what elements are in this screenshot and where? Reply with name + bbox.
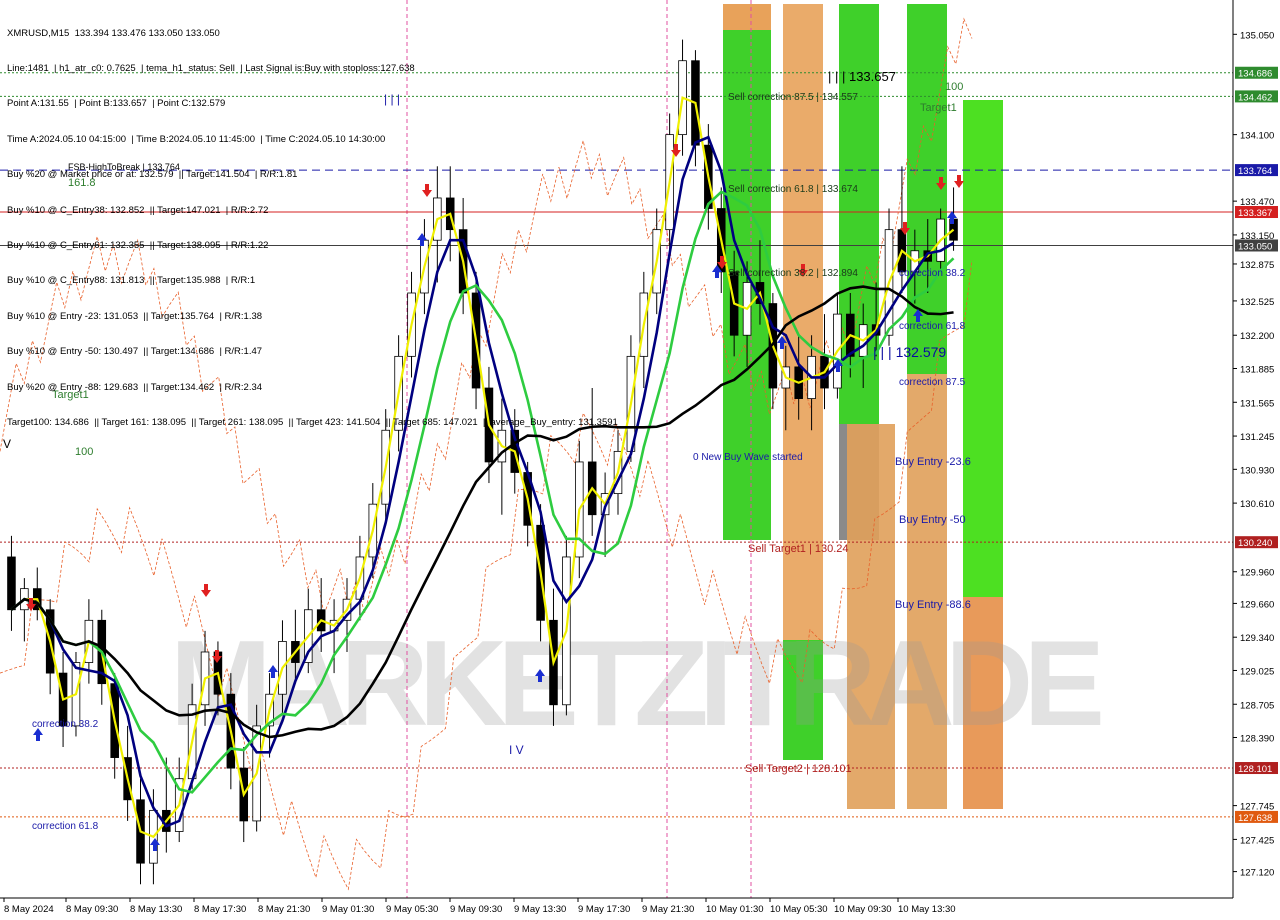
price-level-tag-label: 128.101 [1238,764,1272,775]
info-line: Target100: 134.686 || Target 161: 138.09… [7,416,618,428]
zone-box [723,4,771,30]
info-line: Point A:131.55 | Point B:133.657 | Point… [7,98,226,110]
price-tick-label: 129.660 [1240,599,1274,610]
info-line: Line:1481 | h1_atr_c0: 0.7625 | tema_h1_… [7,62,415,74]
time-tick-label: 9 May 21:30 [642,904,694,915]
price-tick-label: 129.025 [1240,666,1274,677]
price-level-tag-label: 130.240 [1238,538,1272,549]
price-level-tag-label: 133.764 [1238,166,1272,177]
info-line: Buy %10 @ C_Entry88: 131.813 || Target:1… [7,275,256,287]
time-tick-label: 9 May 17:30 [578,904,630,915]
price-tick-label: 132.875 [1240,260,1274,271]
price-tick-label: 128.390 [1240,734,1274,745]
info-line: Buy %20 @ Market price or at: 132.579 ||… [7,169,298,181]
info-line: Buy %10 @ C_Entry61: 132.355 || Target:1… [7,239,269,251]
info-line: Time A:2024.05.10 04:15:00 | Time B:2024… [7,133,386,145]
price-tick-label: 128.705 [1240,700,1274,711]
time-tick-label: 9 May 13:30 [514,904,566,915]
chart-annotation: Sell correction 87.5 | 134.557 [728,92,858,103]
price-tick-label: 131.245 [1240,432,1274,443]
chart-annotation: correction 38.2 [32,719,99,730]
chart-annotation: correction 87.5 [899,377,966,388]
info-line: XMRUSD,M15 133.394 133.476 133.050 133.0… [7,27,220,39]
time-tick-label: 8 May 21:30 [258,904,310,915]
chart-annotation: | | | 133.657 [828,69,896,84]
chart-annotation: 100 [945,81,963,93]
chart-annotation: Buy Entry -50 [899,514,966,526]
info-line: Buy %10 @ C_Entry38: 132.852 || Target:1… [7,204,269,216]
price-tick-label: 132.525 [1240,297,1274,308]
candle-body [7,556,16,611]
chart-annotation: | | | 132.579 [873,344,946,360]
price-level-tag-label: 133.367 [1238,208,1272,219]
chart-annotation: I V [509,743,524,757]
chart-annotation: Target1 [920,102,957,114]
price-level-tag-label: 134.686 [1238,69,1272,80]
chart-annotation: 0 New Buy Wave started [693,452,803,463]
time-tick-label: 10 May 13:30 [898,904,956,915]
time-tick-label: 8 May 09:30 [66,904,118,915]
chart-annotation: Sell Target2 | 128.101 [745,763,852,775]
chart-annotation: correction 61.8 [32,821,99,832]
chart-annotation: correction 38.2 [899,268,966,279]
price-level-tag-label: 133.050 [1238,241,1272,252]
chart-annotation: Sell Target1 | 130.24 [748,543,849,555]
info-line: Buy %10 @ Entry -50: 130.497 || Target:1… [7,346,263,358]
price-tick-label: 130.610 [1240,499,1274,510]
price-level-tag-label: 134.462 [1238,92,1272,103]
price-tick-label: 131.565 [1240,398,1274,409]
time-tick-label: 9 May 05:30 [386,904,438,915]
price-tick-label: 129.340 [1240,633,1274,644]
time-tick-label: 8 May 17:30 [194,904,246,915]
time-tick-label: 9 May 01:30 [322,904,374,915]
price-tick-label: 127.120 [1240,868,1274,879]
price-tick-label: 127.425 [1240,835,1274,846]
chart-annotation: Buy Entry -23.6 [895,456,971,468]
price-level-tag-label: 127.638 [1238,813,1272,824]
price-tick-label: 129.960 [1240,568,1274,579]
price-tick-label: 134.100 [1240,131,1274,142]
time-tick-label: 10 May 09:30 [834,904,892,915]
price-tick-label: 132.200 [1240,331,1274,342]
price-tick-label: 135.050 [1240,30,1274,41]
chart-annotation: Sell correction 61.8 | 133.674 [728,184,858,195]
chart-annotation: Buy Entry -88.6 [895,599,971,611]
time-tick-label: 10 May 05:30 [770,904,828,915]
chart-annotation: 100 [75,446,93,458]
chart-annotation: correction 61.8 [899,321,966,332]
price-tick-label: 130.930 [1240,465,1274,476]
chart-info-header: XMRUSD,M15 133.394 133.476 133.050 133.0… [7,4,618,440]
time-tick-label: 8 May 13:30 [130,904,182,915]
time-tick-label: 9 May 09:30 [450,904,502,915]
info-line: Buy %10 @ Entry -23: 131.053 || Target:1… [7,310,263,322]
price-tick-label: 131.885 [1240,364,1274,375]
zone-box [963,100,1003,597]
chart-annotation: Sell correction 38.2 | 132.894 [728,268,858,279]
time-tick-label: 8 May 2024 [4,904,54,915]
time-tick-label: 10 May 01:30 [706,904,764,915]
info-line: Buy %20 @ Entry -88: 129.683 || Target:1… [7,381,263,393]
